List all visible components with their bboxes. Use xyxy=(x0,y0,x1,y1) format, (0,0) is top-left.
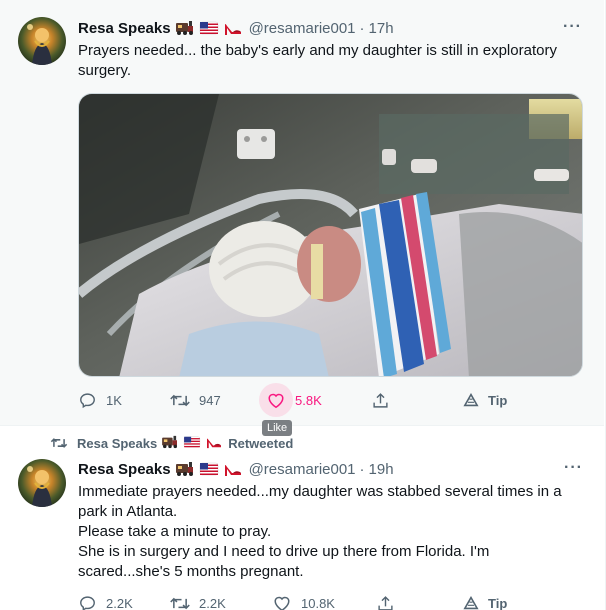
share-button[interactable] xyxy=(363,383,397,417)
reply-icon xyxy=(70,383,104,417)
us-flag-emoji xyxy=(183,435,201,451)
train-emoji xyxy=(175,20,195,36)
retweeted-label: Retweeted xyxy=(228,435,294,451)
share-icon xyxy=(363,383,397,417)
retweet-button[interactable]: 2.2K xyxy=(163,586,226,610)
heart-icon xyxy=(259,383,293,417)
author-handle[interactable]: @resamarie001 xyxy=(249,20,356,37)
author-avatar[interactable] xyxy=(18,459,66,507)
tip-label: Tip xyxy=(488,392,508,408)
author-name[interactable]: Resa Speaks xyxy=(78,461,171,478)
tweet-text-line: Immediate prayers needed...my daughter w… xyxy=(78,483,562,520)
retweet-count: 947 xyxy=(199,392,221,408)
more-options-icon[interactable]: ··· xyxy=(564,459,583,477)
like-button[interactable]: 10.8K xyxy=(265,586,335,610)
tweet-media-photo[interactable] xyxy=(78,93,583,377)
retweet-button[interactable]: 947 xyxy=(163,383,221,417)
tip-button[interactable]: Tip xyxy=(454,586,507,610)
us-flag-emoji xyxy=(199,461,219,477)
tweet-header: Resa Speaks @resamarie001 · 17h xyxy=(78,18,394,38)
reply-icon xyxy=(70,586,104,610)
retweet-icon xyxy=(163,586,197,610)
timeline: Resa Speaks @resamarie001 · 17h ··· Pray… xyxy=(0,0,606,610)
us-flag-emoji xyxy=(199,20,219,36)
author-handle[interactable]: @resamarie001 xyxy=(249,461,356,478)
tweet-text-line: She is in surgery and I need to drive up… xyxy=(78,543,490,580)
like-count: 10.8K xyxy=(301,595,335,610)
heart-icon xyxy=(265,586,299,610)
high-heel-emoji xyxy=(205,435,223,451)
tip-icon xyxy=(454,586,488,610)
tweet-text-line: Prayers needed... the baby's early and m… xyxy=(78,42,557,79)
tip-button[interactable]: Tip xyxy=(454,383,507,417)
share-button[interactable] xyxy=(368,586,402,610)
separator-dot: · xyxy=(359,460,365,478)
retweet-context: Resa Speaks Retweeted xyxy=(50,434,293,452)
retweeter-name[interactable]: Resa Speaks xyxy=(77,436,157,451)
tweet-action-bar: 1K 947 5.8K Tip xyxy=(70,383,530,417)
tip-icon xyxy=(454,383,488,417)
tip-label: Tip xyxy=(488,595,508,610)
train-emoji xyxy=(161,435,179,451)
high-heel-emoji xyxy=(223,461,243,477)
train-emoji xyxy=(175,461,195,477)
tweet-text: Immediate prayers needed...my daughter w… xyxy=(78,482,583,582)
share-icon xyxy=(368,586,402,610)
like-count: 5.8K xyxy=(295,392,322,408)
tweet-timestamp[interactable]: 19h xyxy=(369,461,394,478)
retweeted-icon xyxy=(50,436,68,450)
author-avatar[interactable] xyxy=(18,17,66,65)
reply-button[interactable]: 1K xyxy=(70,383,122,417)
tweet[interactable]: Resa Speaks @resamarie001 · 17h ··· Pray… xyxy=(0,0,604,426)
retweet-icon xyxy=(163,383,197,417)
like-button[interactable]: 5.8K xyxy=(259,383,322,417)
author-name[interactable]: Resa Speaks xyxy=(78,20,171,37)
reply-button[interactable]: 2.2K xyxy=(70,586,133,610)
tweet-text: Prayers needed... the baby's early and m… xyxy=(78,41,583,81)
retweet-count: 2.2K xyxy=(199,595,226,610)
reply-count: 2.2K xyxy=(106,595,133,610)
high-heel-emoji xyxy=(223,20,243,36)
tweet-text-line: Please take a minute to pray. xyxy=(78,523,272,540)
tweet-timestamp[interactable]: 17h xyxy=(369,20,394,37)
tweet-header: Resa Speaks @resamarie001 · 19h xyxy=(78,459,394,479)
tweet-action-bar: 2.2K 2.2K 10.8K Tip xyxy=(70,586,530,610)
reply-count: 1K xyxy=(106,392,122,408)
separator-dot: · xyxy=(359,19,365,37)
more-options-icon[interactable]: ··· xyxy=(563,18,582,36)
